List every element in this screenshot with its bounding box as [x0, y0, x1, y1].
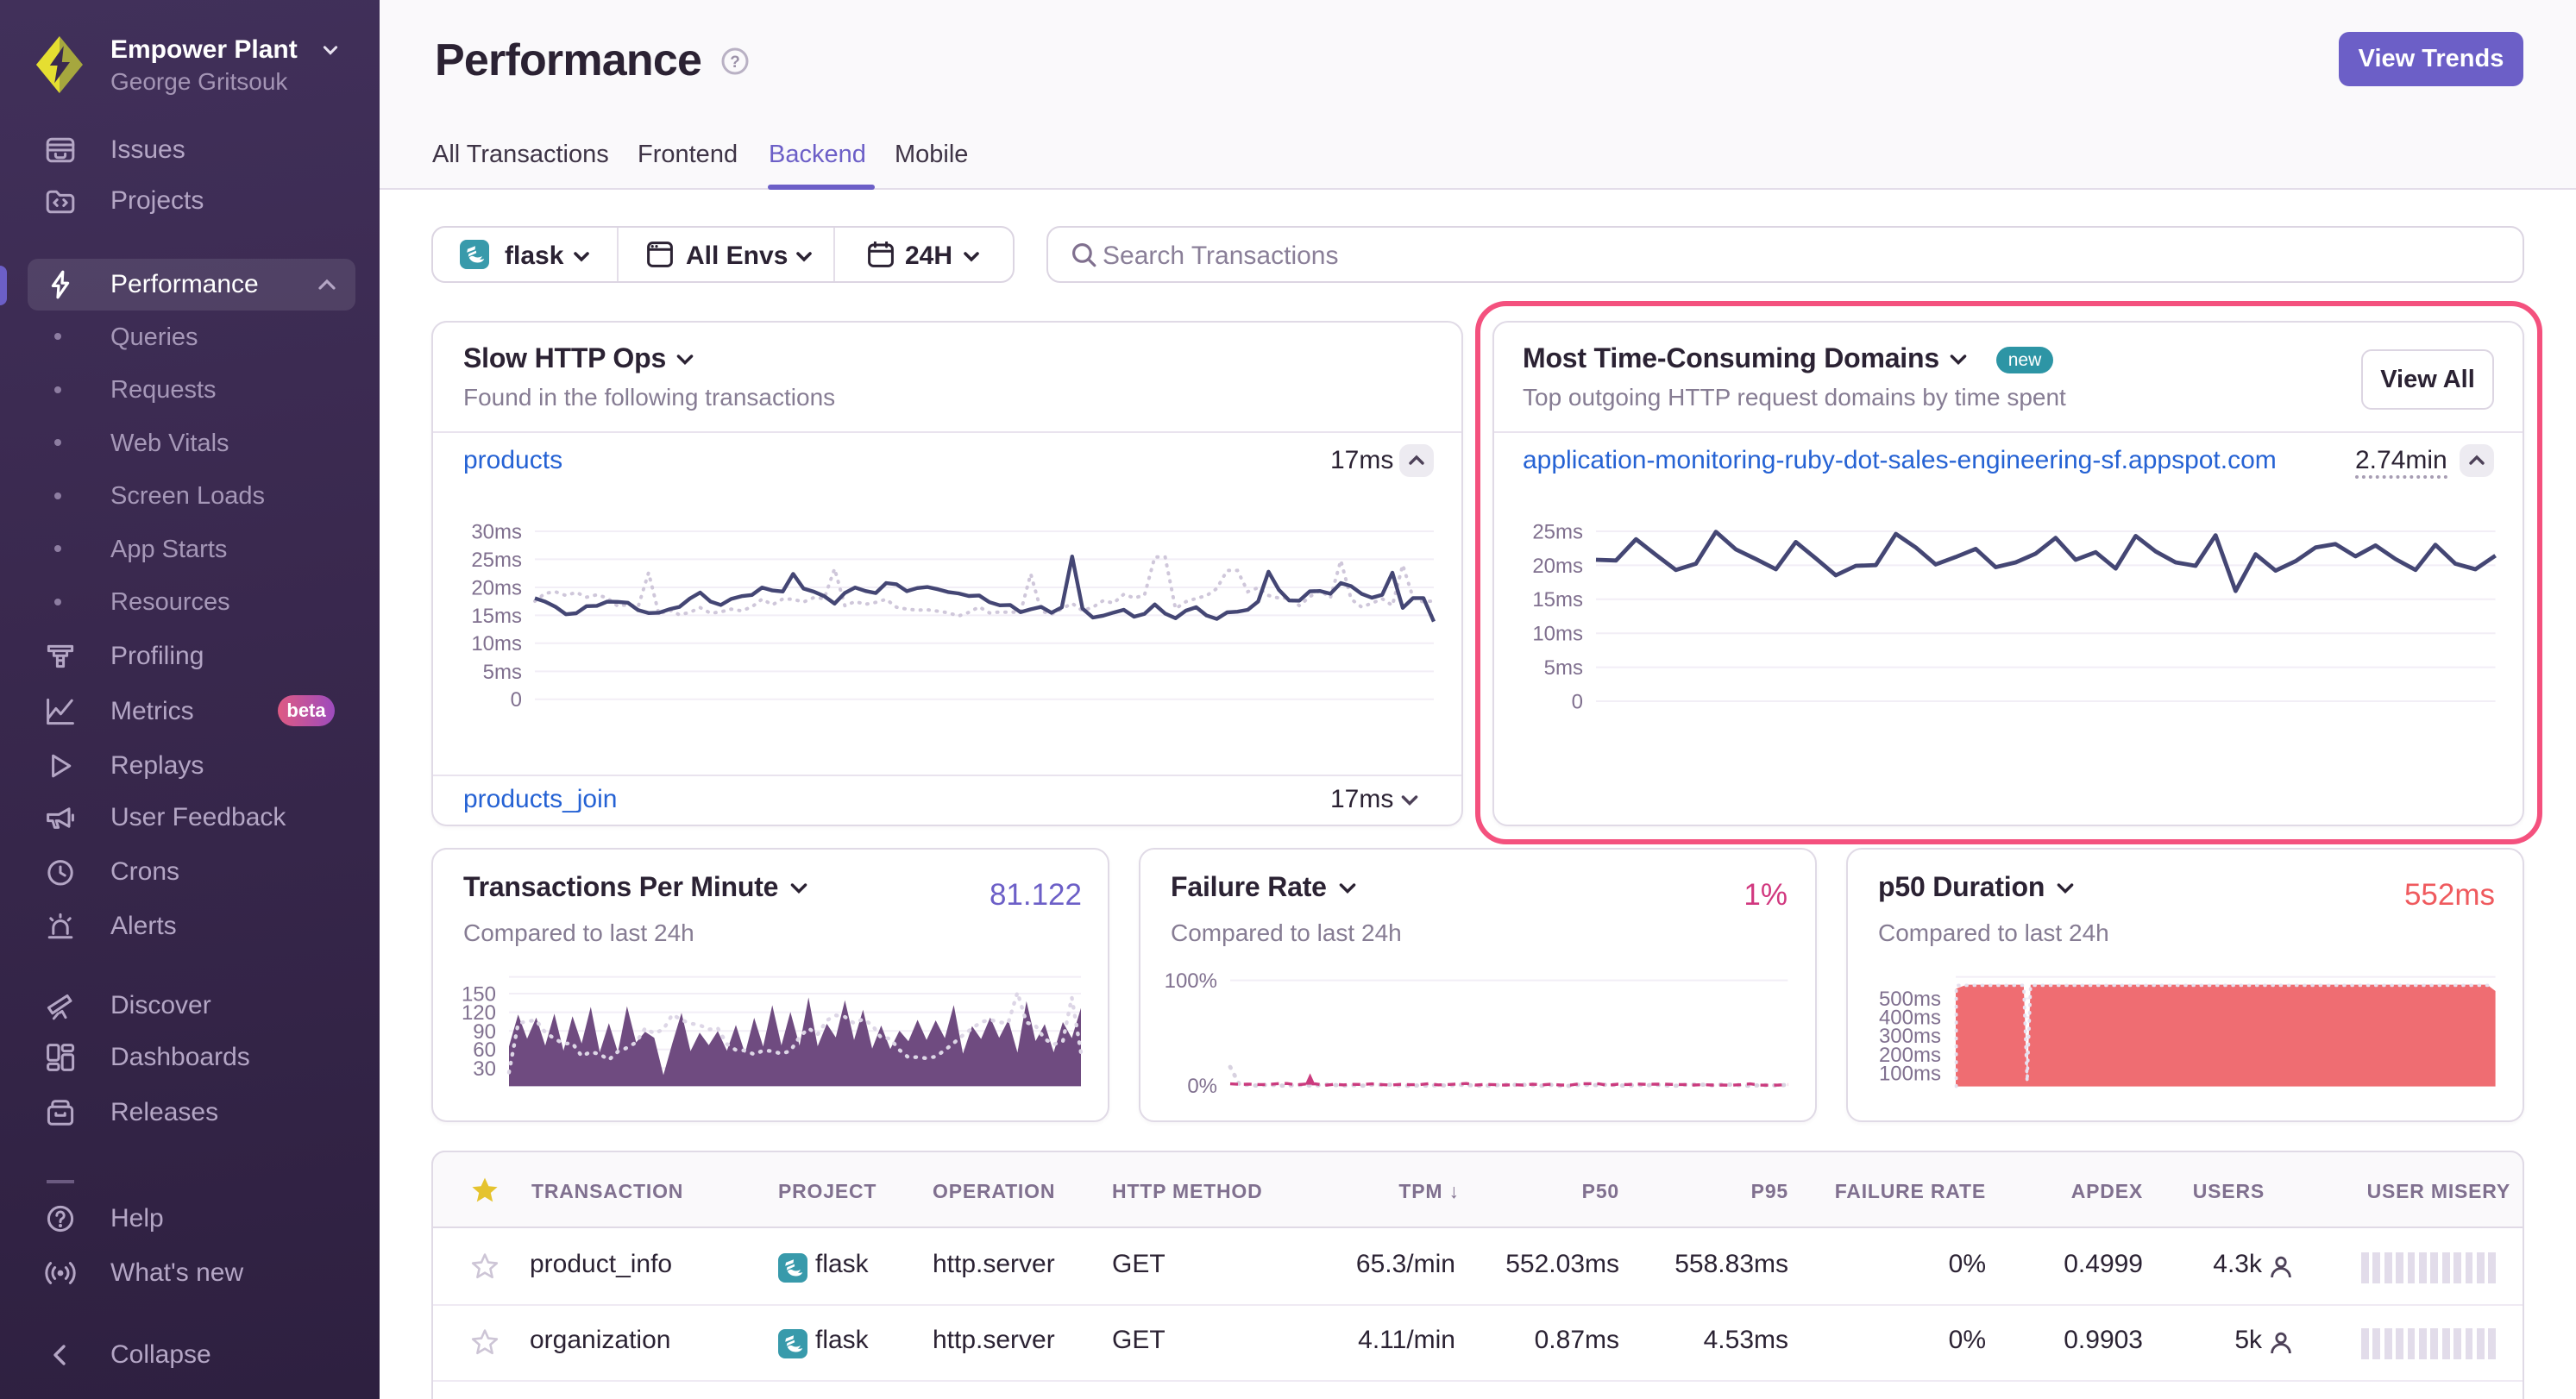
svg-text:30ms: 30ms — [471, 520, 522, 543]
svg-text:10ms: 10ms — [471, 632, 522, 656]
svg-text:0%: 0% — [1187, 1075, 1217, 1098]
svg-text:5ms: 5ms — [1544, 656, 1583, 680]
svg-text:100ms: 100ms — [1879, 1062, 1941, 1085]
svg-text:5ms: 5ms — [483, 661, 522, 684]
svg-text:25ms: 25ms — [471, 549, 522, 572]
svg-text:15ms: 15ms — [1532, 588, 1583, 612]
svg-text:30: 30 — [473, 1057, 496, 1081]
svg-text:100%: 100% — [1165, 969, 1217, 993]
svg-text:15ms: 15ms — [471, 605, 522, 628]
svg-text:20ms: 20ms — [1532, 555, 1583, 578]
svg-text:25ms: 25ms — [1532, 520, 1583, 543]
svg-text:10ms: 10ms — [1532, 623, 1583, 646]
svg-text:0: 0 — [1572, 690, 1583, 713]
svg-text:20ms: 20ms — [471, 576, 522, 599]
svg-text:0: 0 — [511, 688, 522, 712]
